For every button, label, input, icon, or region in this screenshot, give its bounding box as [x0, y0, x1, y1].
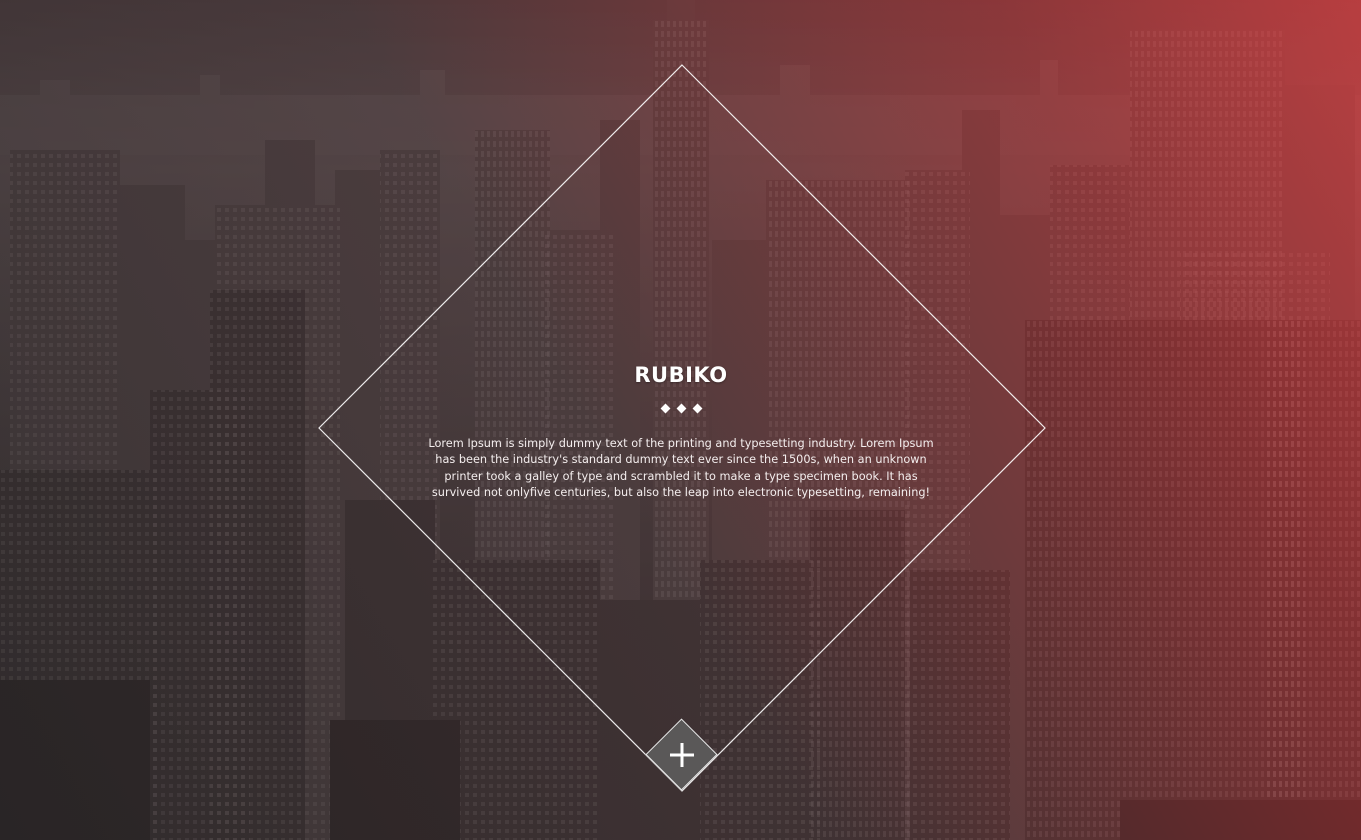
plus-icon: [656, 729, 707, 780]
expand-plus-button[interactable]: [645, 718, 718, 791]
diamond-dot-icon: [692, 403, 702, 414]
three-diamond-separator-icon: [423, 402, 939, 416]
diamond-dot-icon: [676, 403, 686, 414]
diamond-dot-icon: [660, 403, 670, 414]
hero-content: RUBIKO Lorem Ipsum is simply dummy text …: [423, 360, 939, 502]
hero-section: RUBIKO Lorem Ipsum is simply dummy text …: [0, 0, 1361, 840]
brand-title: RUBIKO: [634, 363, 728, 387]
hero-description: Lorem Ipsum is simply dummy text of the …: [428, 437, 934, 500]
